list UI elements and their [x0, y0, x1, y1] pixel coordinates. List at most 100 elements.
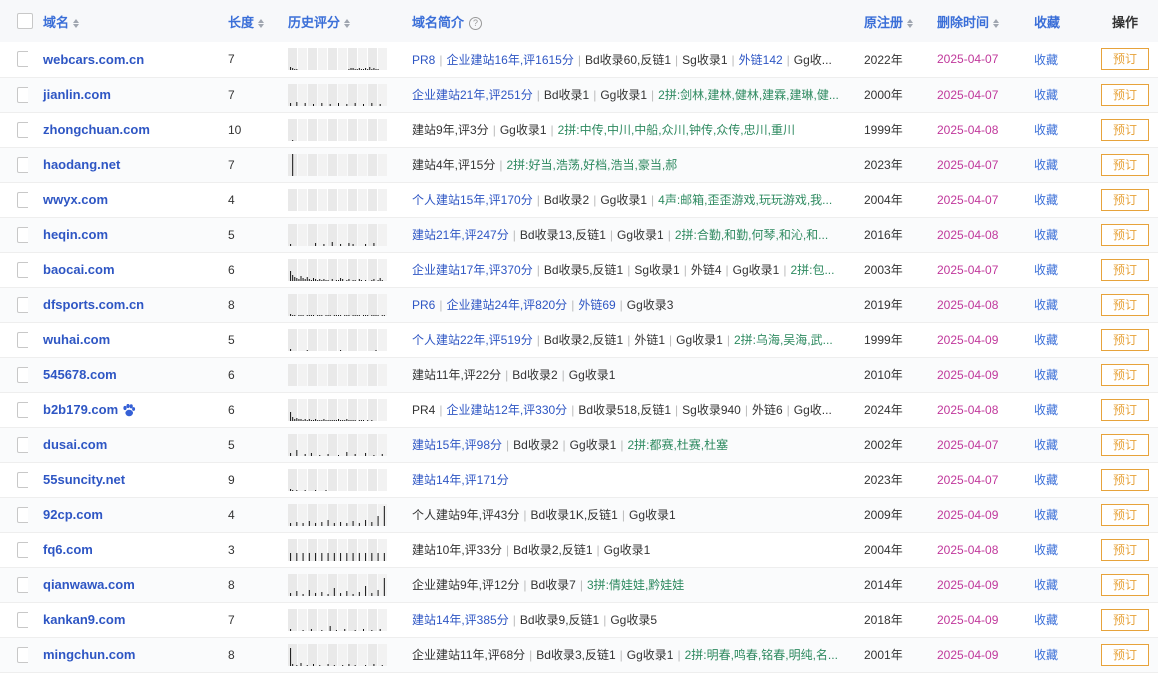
- intro-tag[interactable]: Bd收录3,反链1: [536, 648, 615, 662]
- intro-tag[interactable]: 企业建站12年,评330分: [446, 403, 567, 417]
- intro-tag[interactable]: 建站11年,评22分: [412, 368, 501, 382]
- favorite-link[interactable]: 收藏: [1034, 578, 1058, 592]
- row-checkbox[interactable]: [17, 86, 28, 103]
- domain-link[interactable]: webcars.com.cn: [43, 52, 144, 67]
- intro-tag[interactable]: Gg收...: [794, 53, 832, 67]
- reserve-button[interactable]: 预订: [1101, 363, 1149, 386]
- domain-link[interactable]: mingchun.com: [43, 647, 135, 662]
- intro-tag[interactable]: 企业建站11年,评68分: [412, 648, 525, 662]
- favorite-link[interactable]: 收藏: [1034, 648, 1058, 662]
- favorite-link[interactable]: 收藏: [1034, 123, 1058, 137]
- intro-tag[interactable]: 个人建站15年,评170分: [412, 193, 533, 207]
- intro-tag[interactable]: Bd收录2,反链1: [513, 543, 592, 557]
- reserve-button[interactable]: 预订: [1101, 433, 1149, 456]
- reserve-button[interactable]: 预订: [1101, 83, 1149, 106]
- reserve-button[interactable]: 预订: [1101, 468, 1149, 491]
- col-header-domain[interactable]: 域名: [28, 0, 228, 42]
- favorite-link[interactable]: 收藏: [1034, 473, 1058, 487]
- reserve-button[interactable]: 预订: [1101, 118, 1149, 141]
- sort-icon[interactable]: [907, 18, 915, 29]
- col-header-length[interactable]: 长度: [228, 0, 288, 42]
- intro-tag[interactable]: Gg收录1: [569, 368, 616, 382]
- row-checkbox[interactable]: [17, 401, 28, 418]
- reserve-button[interactable]: 预订: [1101, 398, 1149, 421]
- intro-tag[interactable]: Bd收录518,反链1: [578, 403, 671, 417]
- intro-tag[interactable]: 建站10年,评33分: [412, 543, 502, 557]
- intro-tag[interactable]: 外链6: [752, 403, 783, 417]
- reserve-button[interactable]: 预订: [1101, 608, 1149, 631]
- intro-tag[interactable]: 建站15年,评98分: [412, 438, 502, 452]
- intro-tag[interactable]: Sg收录1: [634, 263, 679, 277]
- intro-tag[interactable]: Bd收录1K,反链1: [530, 508, 617, 522]
- row-checkbox[interactable]: [17, 331, 28, 348]
- intro-tag[interactable]: Bd收录2,反链1: [544, 333, 623, 347]
- intro-tag[interactable]: Bd收录1: [544, 88, 589, 102]
- row-checkbox[interactable]: [17, 471, 28, 488]
- reserve-button[interactable]: 预订: [1101, 293, 1149, 316]
- intro-tag[interactable]: 2拼:乌海,吴海,武...: [734, 333, 833, 347]
- row-checkbox[interactable]: [17, 121, 28, 138]
- domain-link[interactable]: jianlin.com: [43, 87, 111, 102]
- intro-tag[interactable]: 2拼:包...: [790, 263, 834, 277]
- row-checkbox[interactable]: [17, 436, 28, 453]
- intro-tag[interactable]: PR8: [412, 53, 435, 67]
- favorite-link[interactable]: 收藏: [1034, 403, 1058, 417]
- intro-tag[interactable]: Gg收录1: [676, 333, 723, 347]
- intro-tag[interactable]: Gg收...: [794, 403, 832, 417]
- intro-tag[interactable]: 2拼:中传,中川,中船,众川,钟传,众传,忠川,重川: [558, 123, 795, 137]
- reserve-button[interactable]: 预订: [1101, 223, 1149, 246]
- reserve-button[interactable]: 预订: [1101, 538, 1149, 561]
- favorite-link[interactable]: 收藏: [1034, 228, 1058, 242]
- reserve-button[interactable]: 预订: [1101, 503, 1149, 526]
- intro-tag[interactable]: 2拼:好当,浩荡,好档,浩当,豪当,郝: [506, 158, 677, 172]
- sort-icon[interactable]: [258, 18, 266, 29]
- row-checkbox[interactable]: [17, 261, 28, 278]
- intro-tag[interactable]: Bd收录9,反链1: [520, 613, 599, 627]
- row-checkbox[interactable]: [17, 366, 28, 383]
- reserve-button[interactable]: 预订: [1101, 573, 1149, 596]
- domain-link[interactable]: qianwawa.com: [43, 577, 135, 592]
- row-checkbox[interactable]: [17, 541, 28, 558]
- intro-tag[interactable]: 外链142: [739, 53, 783, 67]
- intro-tag[interactable]: 企业建站16年,评1615分: [446, 53, 573, 67]
- intro-tag[interactable]: Bd收录2: [544, 193, 589, 207]
- intro-tag[interactable]: Sg收录1: [682, 53, 727, 67]
- reserve-button[interactable]: 预订: [1101, 153, 1149, 176]
- intro-tag[interactable]: Gg收录1: [629, 508, 676, 522]
- row-checkbox[interactable]: [17, 156, 28, 173]
- intro-tag[interactable]: Gg收录1: [627, 648, 674, 662]
- intro-tag[interactable]: Bd收录60,反链1: [585, 53, 671, 67]
- domain-link[interactable]: fq6.com: [43, 542, 93, 557]
- intro-tag[interactable]: Gg收录1: [570, 438, 617, 452]
- reserve-button[interactable]: 预订: [1101, 48, 1149, 71]
- intro-tag[interactable]: 建站14年,评385分: [412, 613, 509, 627]
- domain-link[interactable]: wuhai.com: [43, 332, 110, 347]
- intro-tag[interactable]: PR6: [412, 298, 435, 312]
- intro-tag[interactable]: 建站9年,评3分: [412, 123, 489, 137]
- domain-link[interactable]: baocai.com: [43, 262, 115, 277]
- reserve-button[interactable]: 预订: [1101, 643, 1149, 666]
- intro-tag[interactable]: Gg收录1: [500, 123, 547, 137]
- intro-tag[interactable]: 外链4: [691, 263, 722, 277]
- intro-tag[interactable]: 建站21年,评247分: [412, 228, 509, 242]
- intro-tag[interactable]: Gg收录1: [617, 228, 664, 242]
- intro-tag[interactable]: 企业建站21年,评251分: [412, 88, 533, 102]
- domain-link[interactable]: wwyx.com: [43, 192, 108, 207]
- row-checkbox[interactable]: [17, 646, 28, 663]
- favorite-link[interactable]: 收藏: [1034, 333, 1058, 347]
- intro-tag[interactable]: 企业建站17年,评370分: [412, 263, 533, 277]
- favorite-link[interactable]: 收藏: [1034, 438, 1058, 452]
- favorite-link[interactable]: 收藏: [1034, 193, 1058, 207]
- domain-link[interactable]: kankan9.com: [43, 612, 125, 627]
- sort-icon[interactable]: [993, 18, 1001, 29]
- reserve-button[interactable]: 预订: [1101, 188, 1149, 211]
- select-all-checkbox[interactable]: [17, 13, 33, 30]
- intro-tag[interactable]: Bd收录5,反链1: [544, 263, 623, 277]
- domain-link[interactable]: dusai.com: [43, 437, 107, 452]
- intro-tag[interactable]: Gg收录5: [610, 613, 657, 627]
- intro-tag[interactable]: 企业建站24年,评820分: [446, 298, 567, 312]
- intro-tag[interactable]: 2拼:明春,鸣春,铭春,明纯,名...: [685, 648, 838, 662]
- sort-icon[interactable]: [73, 18, 81, 29]
- favorite-link[interactable]: 收藏: [1034, 53, 1058, 67]
- intro-tag[interactable]: 企业建站9年,评12分: [412, 578, 519, 592]
